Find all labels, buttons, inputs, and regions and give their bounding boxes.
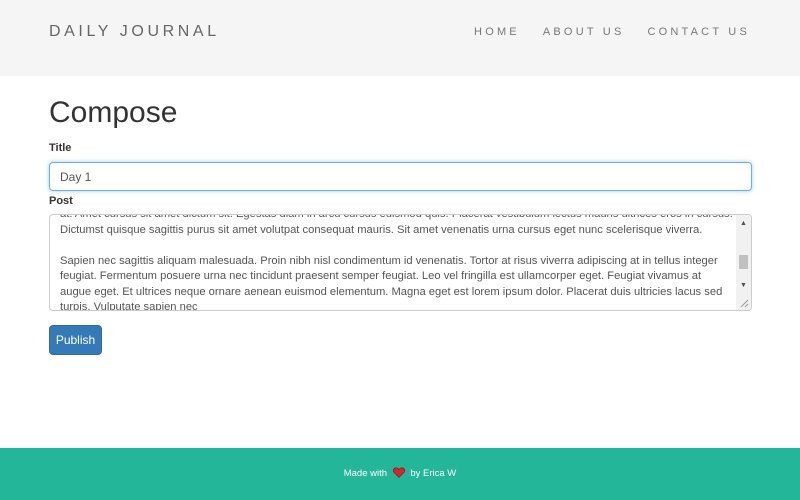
post-paragraph-1: at. Amet cursus sit amet dictum sit. Ege…	[60, 214, 733, 236]
post-label: Post	[49, 195, 73, 207]
navbar: DAILY JOURNAL HOME ABOUT US CONTACT US	[0, 0, 800, 76]
publish-button[interactable]: Publish	[49, 325, 102, 355]
scroll-thumb[interactable]	[739, 255, 748, 269]
footer: Made with by Erica W	[0, 448, 800, 500]
nav-link-about-us[interactable]: ABOUT US	[543, 26, 625, 38]
heart-icon	[392, 467, 405, 478]
post-textarea[interactable]: at. Amet cursus sit amet dictum sit. Ege…	[49, 214, 752, 311]
footer-author: by Erica W	[410, 468, 457, 479]
brand-logo[interactable]: DAILY JOURNAL	[49, 23, 220, 41]
nav-link-contact-us[interactable]: CONTACT US	[648, 26, 751, 38]
scroll-down-arrow-icon[interactable]: ▼	[736, 279, 751, 293]
post-text[interactable]: at. Amet cursus sit amet dictum sit. Ege…	[60, 214, 734, 311]
resize-grip-icon[interactable]	[739, 298, 749, 308]
scroll-up-arrow-icon[interactable]: ▲	[736, 217, 751, 231]
footer-made-with: Made with	[343, 468, 388, 479]
nav-link-home[interactable]: HOME	[474, 26, 520, 38]
title-label: Title	[49, 142, 72, 154]
title-input[interactable]	[49, 162, 752, 191]
post-paragraph-2: Sapien nec sagittis aliquam malesuada. P…	[60, 254, 723, 311]
nav-links: HOME ABOUT US CONTACT US	[474, 26, 750, 38]
post-scrollbar[interactable]: ▲ ▼	[736, 215, 751, 310]
page-title: Compose	[49, 96, 178, 129]
